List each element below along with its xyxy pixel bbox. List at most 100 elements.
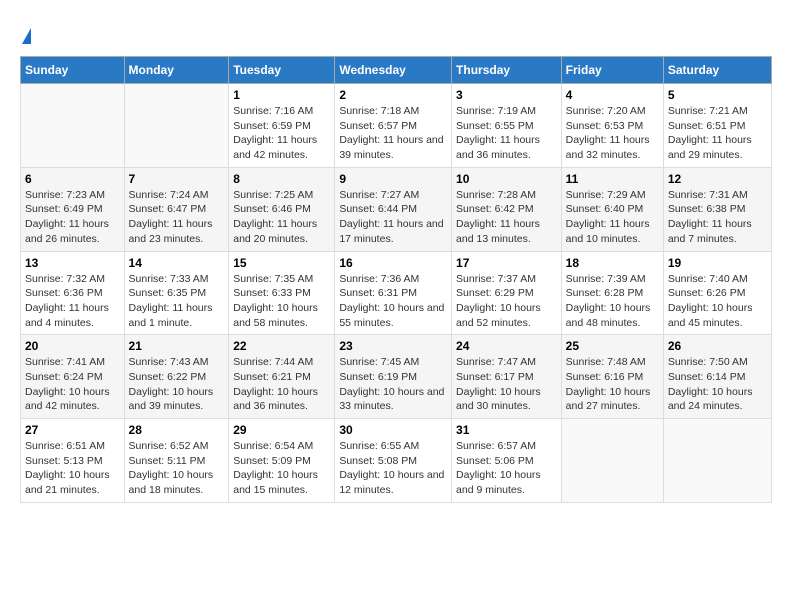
day-cell: 31 Sunrise: 6:57 AM Sunset: 5:06 PM Dayli… [452,419,562,503]
day-info: Sunrise: 7:20 AM Sunset: 6:53 PM Dayligh… [566,104,659,163]
day-info: Sunrise: 7:21 AM Sunset: 6:51 PM Dayligh… [668,104,767,163]
week-row-5: 27Sunrise: 6:51 AM Sunset: 5:13 PM Dayli… [21,419,772,503]
day-cell: 24 Sunrise: 7:47 AM Sunset: 6:17 PM Dayli… [452,335,562,419]
day-cell [561,419,663,503]
day-number: 16 [339,256,447,270]
day-number: 1 [233,88,330,102]
day-cell: 1 Sunrise: 7:16 AM Sunset: 6:59 PM Daylig… [229,84,335,168]
day-number: 15 [233,256,330,270]
week-row-2: 6 Sunrise: 7:23 AM Sunset: 6:49 PM Daylig… [21,167,772,251]
day-number: 31 [456,423,557,437]
day-number: 7 [129,172,225,186]
day-cell: 19 Sunrise: 7:40 AM Sunset: 6:26 PM Dayli… [663,251,771,335]
day-cell: 22 Sunrise: 7:44 AM Sunset: 6:21 PM Dayli… [229,335,335,419]
day-cell: 28Sunrise: 6:52 AM Sunset: 5:11 PM Dayli… [124,419,229,503]
day-cell [663,419,771,503]
day-info: Sunrise: 7:18 AM Sunset: 6:57 PM Dayligh… [339,104,447,163]
day-cell: 6 Sunrise: 7:23 AM Sunset: 6:49 PM Daylig… [21,167,125,251]
day-info: Sunrise: 6:55 AM Sunset: 5:08 PM Dayligh… [339,439,447,498]
day-number: 5 [668,88,767,102]
day-info: Sunrise: 7:27 AM Sunset: 6:44 PM Dayligh… [339,188,447,247]
day-number: 6 [25,172,120,186]
day-number: 18 [566,256,659,270]
day-number: 26 [668,339,767,353]
day-number: 2 [339,88,447,102]
day-cell: 9 Sunrise: 7:27 AM Sunset: 6:44 PM Daylig… [335,167,452,251]
day-number: 4 [566,88,659,102]
day-info: Sunrise: 7:43 AM Sunset: 6:22 PM Dayligh… [129,355,225,414]
day-info: Sunrise: 6:57 AM Sunset: 5:06 PM Dayligh… [456,439,557,498]
day-number: 19 [668,256,767,270]
logo-icon [22,28,31,44]
day-cell: 25Sunrise: 7:48 AM Sunset: 6:16 PM Dayli… [561,335,663,419]
day-info: Sunrise: 7:28 AM Sunset: 6:42 PM Dayligh… [456,188,557,247]
day-number: 24 [456,339,557,353]
column-header-monday: Monday [124,57,229,84]
day-info: Sunrise: 6:54 AM Sunset: 5:09 PM Dayligh… [233,439,330,498]
day-number: 11 [566,172,659,186]
day-number: 12 [668,172,767,186]
day-number: 22 [233,339,330,353]
day-info: Sunrise: 7:50 AM Sunset: 6:14 PM Dayligh… [668,355,767,414]
day-cell: 20 Sunrise: 7:41 AM Sunset: 6:24 PM Dayli… [21,335,125,419]
page-header [20,20,772,46]
day-number: 27 [25,423,120,437]
week-row-3: 13 Sunrise: 7:32 AM Sunset: 6:36 PM Dayli… [21,251,772,335]
day-cell: 2 Sunrise: 7:18 AM Sunset: 6:57 PM Daylig… [335,84,452,168]
day-info: Sunrise: 7:32 AM Sunset: 6:36 PM Dayligh… [25,272,120,331]
day-info: Sunrise: 7:24 AM Sunset: 6:47 PM Dayligh… [129,188,225,247]
day-info: Sunrise: 7:16 AM Sunset: 6:59 PM Dayligh… [233,104,330,163]
day-info: Sunrise: 7:37 AM Sunset: 6:29 PM Dayligh… [456,272,557,331]
day-info: Sunrise: 7:29 AM Sunset: 6:40 PM Dayligh… [566,188,659,247]
day-number: 9 [339,172,447,186]
day-number: 8 [233,172,330,186]
day-cell: 26 Sunrise: 7:50 AM Sunset: 6:14 PM Dayli… [663,335,771,419]
day-cell: 13 Sunrise: 7:32 AM Sunset: 6:36 PM Dayli… [21,251,125,335]
day-cell: 18Sunrise: 7:39 AM Sunset: 6:28 PM Dayli… [561,251,663,335]
day-info: Sunrise: 7:48 AM Sunset: 6:16 PM Dayligh… [566,355,659,414]
day-number: 21 [129,339,225,353]
day-cell: 5 Sunrise: 7:21 AM Sunset: 6:51 PM Daylig… [663,84,771,168]
day-cell: 8 Sunrise: 7:25 AM Sunset: 6:46 PM Daylig… [229,167,335,251]
day-cell: 21 Sunrise: 7:43 AM Sunset: 6:22 PM Dayli… [124,335,229,419]
day-cell: 4 Sunrise: 7:20 AM Sunset: 6:53 PM Daylig… [561,84,663,168]
day-cell: 3 Sunrise: 7:19 AM Sunset: 6:55 PM Daylig… [452,84,562,168]
day-cell: 12 Sunrise: 7:31 AM Sunset: 6:38 PM Dayli… [663,167,771,251]
day-info: Sunrise: 7:25 AM Sunset: 6:46 PM Dayligh… [233,188,330,247]
column-header-wednesday: Wednesday [335,57,452,84]
day-cell: 29 Sunrise: 6:54 AM Sunset: 5:09 PM Dayli… [229,419,335,503]
week-row-4: 20 Sunrise: 7:41 AM Sunset: 6:24 PM Dayli… [21,335,772,419]
day-cell: 16Sunrise: 7:36 AM Sunset: 6:31 PM Dayli… [335,251,452,335]
day-number: 17 [456,256,557,270]
day-number: 14 [129,256,225,270]
day-info: Sunrise: 7:41 AM Sunset: 6:24 PM Dayligh… [25,355,120,414]
day-cell [21,84,125,168]
day-cell: 7 Sunrise: 7:24 AM Sunset: 6:47 PM Daylig… [124,167,229,251]
day-cell: 10Sunrise: 7:28 AM Sunset: 6:42 PM Dayli… [452,167,562,251]
day-number: 20 [25,339,120,353]
day-cell: 14 Sunrise: 7:33 AM Sunset: 6:35 PM Dayli… [124,251,229,335]
day-cell: 15Sunrise: 7:35 AM Sunset: 6:33 PM Dayli… [229,251,335,335]
day-info: Sunrise: 7:40 AM Sunset: 6:26 PM Dayligh… [668,272,767,331]
week-row-1: 1 Sunrise: 7:16 AM Sunset: 6:59 PM Daylig… [21,84,772,168]
column-header-thursday: Thursday [452,57,562,84]
day-cell: 23Sunrise: 7:45 AM Sunset: 6:19 PM Dayli… [335,335,452,419]
day-info: Sunrise: 7:33 AM Sunset: 6:35 PM Dayligh… [129,272,225,331]
day-number: 28 [129,423,225,437]
day-number: 13 [25,256,120,270]
day-info: Sunrise: 7:23 AM Sunset: 6:49 PM Dayligh… [25,188,120,247]
day-number: 3 [456,88,557,102]
column-header-tuesday: Tuesday [229,57,335,84]
day-info: Sunrise: 7:19 AM Sunset: 6:55 PM Dayligh… [456,104,557,163]
logo [20,20,33,46]
day-cell: 30Sunrise: 6:55 AM Sunset: 5:08 PM Dayli… [335,419,452,503]
day-cell [124,84,229,168]
day-info: Sunrise: 7:44 AM Sunset: 6:21 PM Dayligh… [233,355,330,414]
day-info: Sunrise: 7:47 AM Sunset: 6:17 PM Dayligh… [456,355,557,414]
day-info: Sunrise: 7:31 AM Sunset: 6:38 PM Dayligh… [668,188,767,247]
day-cell: 17 Sunrise: 7:37 AM Sunset: 6:29 PM Dayli… [452,251,562,335]
day-number: 23 [339,339,447,353]
day-cell: 11 Sunrise: 7:29 AM Sunset: 6:40 PM Dayli… [561,167,663,251]
day-number: 29 [233,423,330,437]
column-header-friday: Friday [561,57,663,84]
